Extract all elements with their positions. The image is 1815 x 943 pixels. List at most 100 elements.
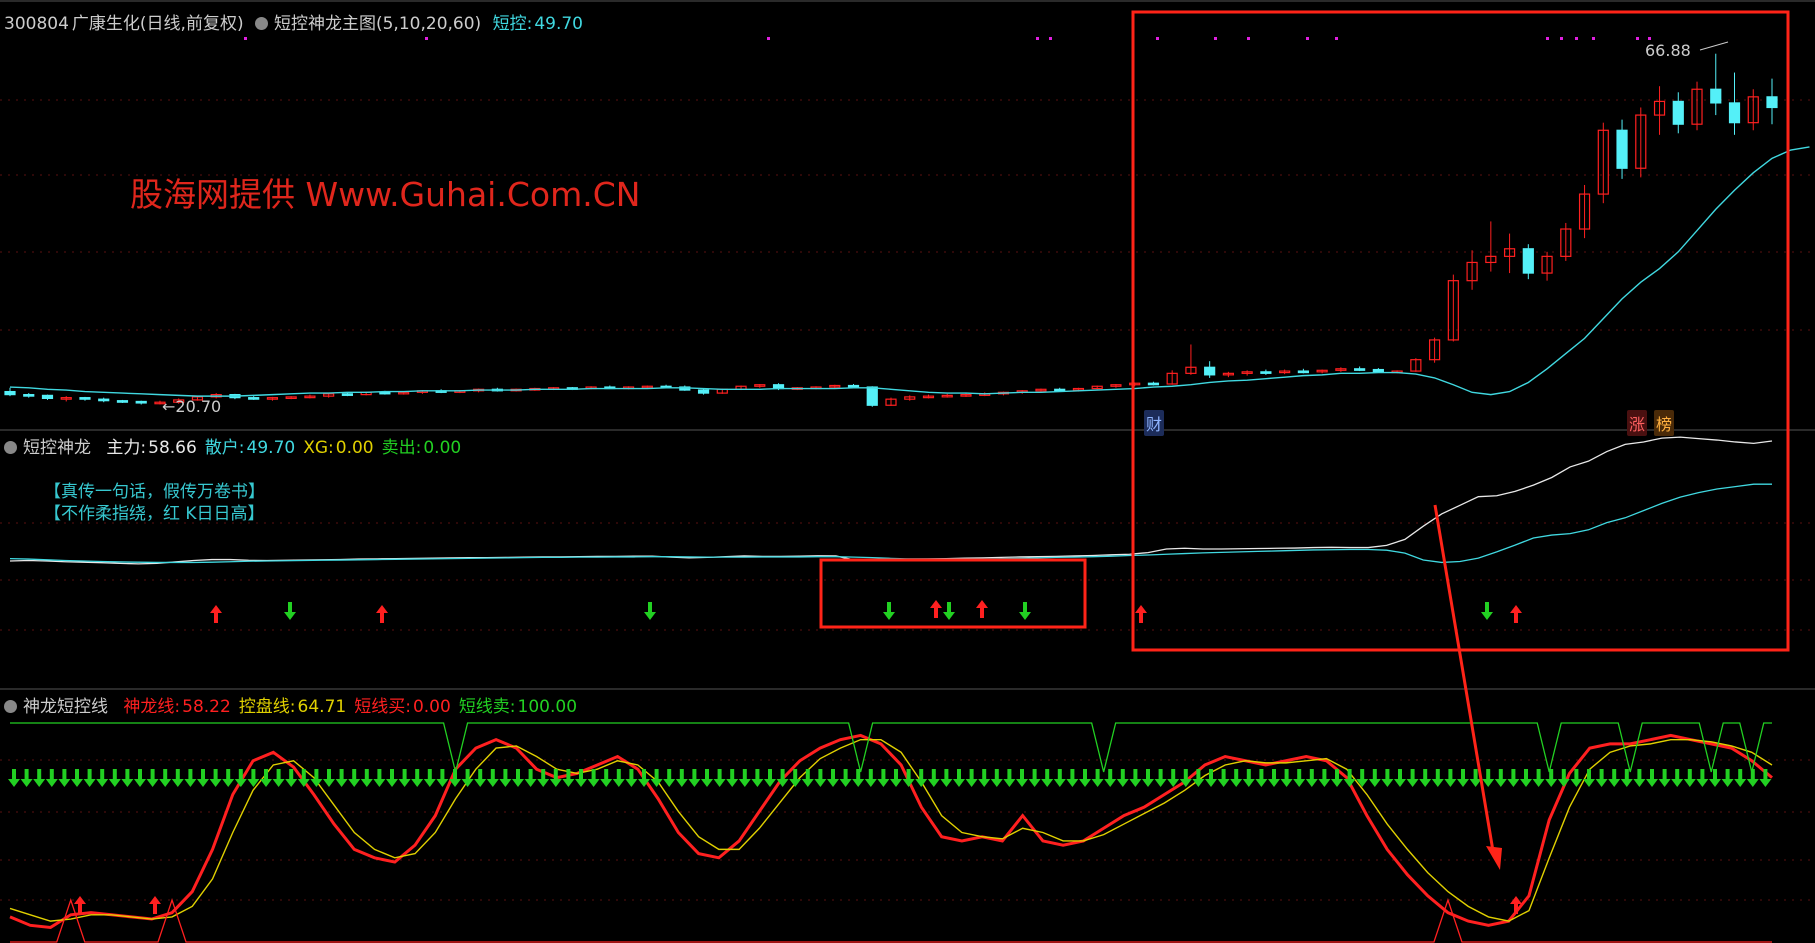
sell-marker-arrow [1293, 769, 1306, 787]
limit-up-tag[interactable]: 涨 [1627, 410, 1648, 436]
panel2-field-label: 散户: [204, 438, 245, 458]
sell-marker-arrow [1154, 769, 1167, 787]
candle-body [79, 397, 91, 400]
signal-dot [767, 37, 770, 40]
sell-marker-arrow [1545, 769, 1558, 787]
sell-marker-arrow [1167, 769, 1180, 787]
sell-marker-arrow [1079, 769, 1091, 787]
sell-marker-arrow [1242, 769, 1255, 787]
sell-marker-arrow [738, 769, 751, 787]
low-price-label: ←20.70 [162, 397, 221, 416]
sell-marker-arrow [1381, 769, 1394, 787]
sell-marker-arrow [108, 769, 121, 787]
sell-marker-arrow [1053, 769, 1066, 787]
candle-body [41, 394, 54, 400]
sell-marker-arrow [1608, 769, 1621, 787]
buy-marker-arrow [149, 896, 161, 914]
sell-marker-arrow [373, 769, 386, 787]
sell-marker-arrow [1457, 769, 1469, 787]
annotation-arrow-head [1486, 846, 1502, 870]
buy-arrow [1510, 605, 1522, 623]
indicator-name[interactable]: 短控神龙主图(5,10,20,60) [274, 14, 481, 34]
sell-marker-arrow [209, 769, 222, 787]
signal-dot [244, 37, 247, 40]
sell-marker-arrow [927, 769, 940, 787]
period-label: (日线,前复权) [139, 14, 244, 34]
buy-arrow [210, 605, 222, 623]
sell-marker-arrow [827, 769, 839, 787]
signal-dot [1592, 37, 1595, 40]
candle-body [23, 394, 35, 397]
panel3-header: 神龙短控线 神龙线: 58.22 控盘线: 64.71 短线买: 0.00 短线卖: 100.… [4, 692, 591, 717]
sell-marker-arrow [398, 769, 411, 787]
buy-arrow [930, 600, 942, 618]
indicator-value: 49.70 [534, 14, 583, 34]
sell-marker-arrow [1129, 769, 1142, 787]
signal-dot [1575, 37, 1578, 40]
sell-marker-arrow [1280, 769, 1293, 787]
sell-marker-arrow [360, 769, 373, 787]
sell-marker-arrow [751, 769, 764, 787]
sell-marker-arrow [688, 769, 701, 787]
sell-marker-arrow [612, 769, 625, 787]
candle-body [1354, 368, 1366, 371]
sell-marker-arrow [1494, 769, 1507, 787]
sell-marker-arrow [436, 769, 449, 787]
panel3-name[interactable]: 神龙短控线 [23, 697, 108, 717]
sell-marker-arrow [260, 769, 272, 787]
sell-marker-arrow [1230, 769, 1243, 787]
panel3-field-value: 0.00 [412, 697, 451, 717]
panel2-field-value: 0.00 [423, 438, 462, 458]
sell-marker-arrow [701, 769, 713, 787]
signal-dot [1306, 37, 1309, 40]
candle-body [1522, 248, 1534, 274]
signal-dot [1636, 37, 1639, 40]
stock-name: 广康生化 [71, 14, 140, 34]
ranking-tag[interactable]: 榜 [1654, 410, 1675, 436]
sell-arrow [1019, 602, 1031, 620]
sell-arrow [644, 602, 656, 620]
sell-marker-arrow [171, 769, 184, 787]
sell-marker-arrow [33, 769, 46, 787]
sell-marker-arrow [348, 769, 361, 787]
sell-marker-arrow [159, 769, 172, 787]
sell-marker-arrow [839, 769, 852, 787]
sell-marker-arrow [801, 769, 814, 787]
candle-body [98, 398, 110, 402]
sell-marker-arrow [1671, 769, 1684, 787]
sell-marker-arrow [323, 769, 335, 787]
candle-body [248, 397, 260, 400]
sell-marker-arrow [1633, 769, 1646, 787]
candle-body [1054, 388, 1066, 392]
sell-marker-arrow [512, 769, 524, 787]
high-leader [1699, 41, 1729, 51]
finance-tag[interactable]: 财 [1144, 410, 1165, 436]
sell-marker-arrow [1620, 769, 1633, 787]
candle-body [1297, 370, 1309, 374]
candle-body [1672, 100, 1684, 125]
panel2-name[interactable]: 短控神龙 [23, 438, 91, 458]
sell-marker-arrow [1003, 769, 1016, 787]
settings-gear-icon[interactable] [4, 441, 17, 454]
sell-marker-arrow [272, 769, 285, 787]
sell-marker-arrow [1759, 769, 1772, 787]
sell-marker-arrow [1419, 769, 1432, 787]
sell-marker-arrow [1205, 769, 1217, 787]
signal-dot [1648, 37, 1651, 40]
sell-marker-arrow [877, 769, 890, 787]
sell-marker-arrow [1091, 769, 1104, 787]
sell-marker-arrow [486, 769, 499, 787]
sell-marker-arrow [197, 769, 209, 787]
candle-body [697, 389, 710, 394]
sell-marker-arrow [1683, 769, 1696, 787]
sell-marker-arrow [990, 769, 1003, 787]
sell-marker-arrow [474, 769, 487, 787]
settings-gear-icon[interactable] [254, 17, 268, 30]
sell-marker-arrow [335, 769, 348, 787]
main-panel-header: 300804 广康生化(日线,前复权) 短控神龙主图(5,10,20,60) 短控… [4, 9, 589, 34]
settings-gear-icon[interactable] [4, 700, 17, 713]
sell-marker-arrow [625, 769, 638, 787]
sell-marker-arrow [1431, 769, 1444, 787]
candle-body [1204, 366, 1216, 376]
candle-body [1728, 102, 1741, 124]
